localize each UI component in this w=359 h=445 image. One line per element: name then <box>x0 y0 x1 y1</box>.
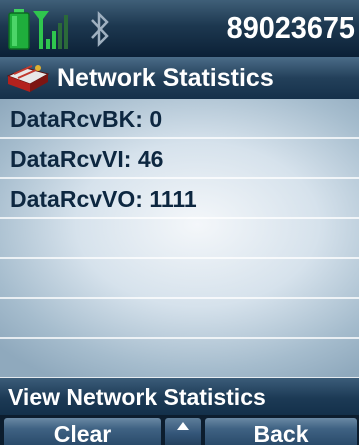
prompt-bar: View Network Statistics <box>0 378 359 415</box>
list-item[interactable]: DataRcvBK: 0 <box>0 99 359 139</box>
empty-list-row <box>0 339 359 378</box>
list-item-label: DataRcvBK: 0 <box>10 106 163 132</box>
clear-softkey[interactable]: Clear <box>4 418 161 445</box>
up-arrow-icon <box>177 422 189 430</box>
center-softkey[interactable] <box>165 418 201 445</box>
prompt-text: View Network Statistics <box>8 384 266 410</box>
empty-list-row <box>0 259 359 299</box>
battery-icon <box>8 9 30 50</box>
status-bar: 89023675 <box>0 0 359 57</box>
statistics-list: DataRcvBK: 0 DataRcvVI: 46 DataRcvVO: 11… <box>0 99 359 378</box>
list-item[interactable]: DataRcvVO: 1111 <box>0 179 359 219</box>
phone-number: 89023675 <box>226 10 355 45</box>
signal-strength-icon <box>33 11 68 49</box>
empty-list-row <box>0 299 359 339</box>
back-softkey[interactable]: Back <box>205 418 357 445</box>
softkey-bar: Clear Back <box>0 415 359 445</box>
title-bar: Network Statistics <box>0 57 359 99</box>
list-item-label: DataRcvVI: 46 <box>10 146 164 172</box>
empty-list-row <box>0 219 359 259</box>
network-statistics-icon <box>6 65 50 92</box>
phone-screen: 89023675 Network Statistics DataRcvBK: 0… <box>0 0 359 445</box>
page-title: Network Statistics <box>57 64 274 92</box>
bluetooth-icon <box>91 10 109 48</box>
list-item[interactable]: DataRcvVI: 46 <box>0 139 359 179</box>
list-item-label: DataRcvVO: 1111 <box>10 186 197 212</box>
